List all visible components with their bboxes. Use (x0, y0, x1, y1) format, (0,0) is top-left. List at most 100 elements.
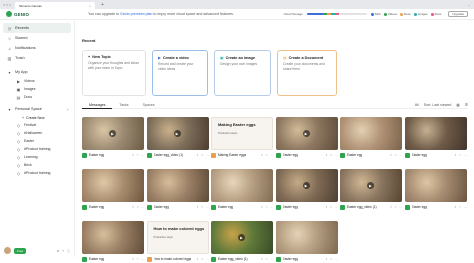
content-card[interactable]: Making Easter eggs Production steps Making… (211, 117, 273, 159)
image-thumbnail[interactable] (275, 221, 338, 254)
content-card[interactable]: Easter egg ⇪ ☆ ⋯ (211, 169, 273, 211)
sidebar-tag[interactable]: ◇ #Product training (0, 145, 74, 153)
add-icon[interactable]: + (67, 107, 69, 112)
upgrade-button[interactable]: Upgrade (448, 11, 468, 17)
image-thumbnail[interactable] (404, 117, 467, 150)
tab-tasks[interactable]: Tasks (112, 101, 135, 109)
star-icon[interactable]: ☆ (136, 153, 139, 157)
sidebar-tag[interactable]: ◇ Learning (0, 153, 74, 161)
image-thumbnail[interactable] (82, 169, 144, 202)
browser-tab[interactable]: Sinverso Canvas × (15, 2, 95, 9)
share-icon[interactable]: ⇪ (196, 205, 199, 209)
play-icon[interactable]: ▶ (302, 130, 310, 137)
settings-icon[interactable]: ⚙ (57, 249, 60, 253)
content-card[interactable]: ▶ Easter egg_video (1) ⇪ ☆ ⋯ (340, 169, 402, 211)
star-icon[interactable]: ☆ (394, 153, 397, 157)
sidebar-item-starred[interactable]: ☆ Starred (0, 33, 74, 43)
create-new-button[interactable]: + Create New (22, 114, 52, 121)
grid-view-icon[interactable]: ▦ (456, 103, 459, 107)
share-icon[interactable]: ⇪ (261, 153, 264, 157)
card-name[interactable]: How to make colored eggs (154, 257, 192, 261)
share-icon[interactable]: ⇪ (261, 257, 264, 261)
video-thumbnail[interactable]: ▶ (211, 221, 273, 254)
card-name[interactable]: Easter egg (283, 153, 298, 157)
sidebar-tag[interactable]: ◇ Brick (0, 161, 74, 169)
card-name[interactable]: Easter egg_video (1) (218, 257, 248, 261)
star-icon[interactable]: ☆ (136, 257, 139, 261)
video-thumbnail[interactable]: ▶ (146, 117, 209, 150)
more-icon[interactable]: ⋯ (335, 153, 338, 157)
content-card[interactable]: Easter egg ⇪ ☆ ⋯ (404, 117, 467, 159)
more-icon[interactable]: ⋯ (206, 205, 209, 209)
share-icon[interactable]: ⇪ (390, 205, 393, 209)
star-icon[interactable]: ☆ (459, 153, 462, 157)
share-icon[interactable]: ⇪ (132, 153, 135, 157)
play-icon[interactable]: ▶ (367, 182, 374, 189)
play-icon[interactable]: ▶ (238, 234, 245, 241)
sidebar-item-images[interactable]: ▣ Images (0, 85, 74, 93)
sort-dropdown[interactable]: Sort: Last viewed (424, 103, 452, 107)
sidebar-personal-space[interactable]: ▾ Personal Space + (0, 104, 74, 114)
share-icon[interactable]: ⇪ (196, 257, 199, 261)
more-icon[interactable]: ⋯ (399, 205, 402, 209)
list-view-icon[interactable]: ☰ (465, 103, 468, 107)
more-icon[interactable]: ⋯ (399, 153, 402, 157)
more-icon[interactable]: ⋯ (141, 153, 144, 157)
star-icon[interactable]: ☆ (330, 205, 333, 209)
recent-card-create-image[interactable]: ▣ Create an image Design your own images (214, 50, 271, 96)
card-name[interactable]: Easter egg (89, 205, 104, 209)
content-card[interactable]: ▶ Easter egg ⇪ ☆ ⋯ (82, 117, 144, 159)
more-icon[interactable]: ⋯ (270, 257, 273, 261)
brand-logo[interactable]: GENIO (6, 11, 66, 17)
document-thumbnail[interactable]: Making Easter eggs Production steps (211, 117, 273, 150)
star-icon[interactable]: ☆ (201, 153, 204, 157)
avatar[interactable] (4, 247, 11, 254)
share-icon[interactable]: ⇪ (390, 153, 393, 157)
more-icon[interactable]: ⋯ (206, 153, 209, 157)
share-icon[interactable]: ⇪ (261, 205, 264, 209)
star-icon[interactable]: ☆ (394, 205, 397, 209)
tab-spaces[interactable]: Spaces (136, 101, 162, 109)
play-icon[interactable]: ▶ (302, 182, 310, 189)
card-name[interactable]: Easter egg (283, 257, 298, 261)
content-card[interactable]: ▶ Easter egg ⇪ ☆ ⋯ (275, 117, 338, 159)
card-name[interactable]: Easter egg (89, 257, 104, 261)
content-card[interactable]: ▶ Easter egg ⇪ ☆ ⋯ (275, 169, 338, 211)
content-card[interactable]: Easter egg ⇪ ☆ ⋯ (146, 169, 209, 211)
share-icon[interactable]: ⇪ (325, 205, 328, 209)
help-icon[interactable]: ? (62, 249, 64, 253)
sidebar-tag[interactable]: ◇ #Product training (0, 169, 74, 177)
more-icon[interactable]: ⋯ (270, 153, 273, 157)
sidebar-tag[interactable]: ◇ Easter (0, 137, 74, 145)
share-icon[interactable]: ⇪ (454, 205, 457, 209)
star-icon[interactable]: ☆ (265, 257, 268, 261)
content-card[interactable]: Easter egg ⇪ ☆ ⋯ (340, 117, 402, 159)
card-name[interactable]: Easter egg (218, 205, 233, 209)
image-thumbnail[interactable] (82, 221, 144, 254)
star-icon[interactable]: ☆ (201, 257, 204, 261)
share-icon[interactable]: ⇪ (325, 257, 328, 261)
window-controls[interactable] (3, 3, 11, 6)
star-icon[interactable]: ☆ (330, 257, 333, 261)
card-name[interactable]: Easter egg (154, 205, 169, 209)
chevron-down-icon[interactable]: ⌄ (467, 3, 470, 7)
more-icon[interactable]: ⋯ (270, 205, 273, 209)
content-card[interactable]: ▶ Easter egg_video (1) ⇪ ☆ ⋯ (146, 117, 209, 159)
star-icon[interactable]: ☆ (330, 153, 333, 157)
filter-dropdown[interactable]: All (415, 103, 419, 107)
share-icon[interactable]: ⇪ (132, 257, 135, 261)
share-icon[interactable]: ⇪ (196, 153, 199, 157)
video-thumbnail[interactable]: ▶ (82, 117, 144, 150)
video-thumbnail[interactable]: ▶ (340, 169, 402, 202)
card-name[interactable]: Making Easter eggs (218, 153, 246, 157)
recent-card-create-document[interactable]: ▤ Create a Document Create your documents… (277, 50, 337, 96)
video-thumbnail[interactable]: ▶ (275, 117, 338, 150)
image-thumbnail[interactable] (146, 169, 209, 202)
card-name[interactable]: Easter egg (347, 153, 362, 157)
recent-card-create-video[interactable]: ▶ Create a video Record and create your v… (152, 50, 208, 96)
star-icon[interactable]: ☆ (459, 205, 462, 209)
sidebar-my-app[interactable]: ▾ My App (0, 67, 74, 77)
card-name[interactable]: Easter egg (89, 153, 104, 157)
close-icon[interactable]: × (89, 4, 91, 8)
more-icon[interactable]: ⋯ (141, 257, 144, 261)
